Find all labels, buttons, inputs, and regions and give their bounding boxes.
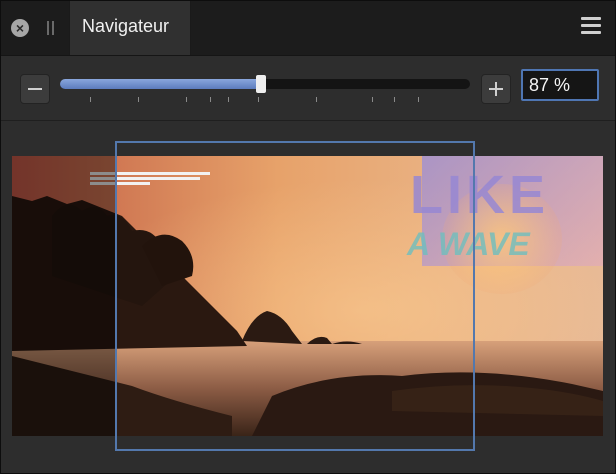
hamburger-menu-icon[interactable] [581,17,601,35]
visible-area-rectangle[interactable] [115,141,475,451]
close-icon[interactable]: × [11,19,29,37]
drag-grip-icon[interactable] [47,21,55,35]
zoom-controls [1,56,615,120]
tab-navigator[interactable]: Navigateur [69,1,191,55]
divider [1,120,615,121]
zoom-percent-field[interactable] [521,69,599,101]
panel-header: × Navigateur [1,1,615,56]
zoom-slider-thumb[interactable] [255,75,266,93]
outside-viewport-shade [12,156,115,436]
zoom-slider[interactable] [60,75,470,93]
minus-icon [28,88,42,90]
zoom-slider-ticks [60,97,470,103]
zoom-in-button[interactable] [481,74,511,104]
zoom-out-button[interactable] [20,74,50,104]
tab-navigator-label: Navigateur [82,16,170,36]
zoom-slider-fill [60,79,261,89]
